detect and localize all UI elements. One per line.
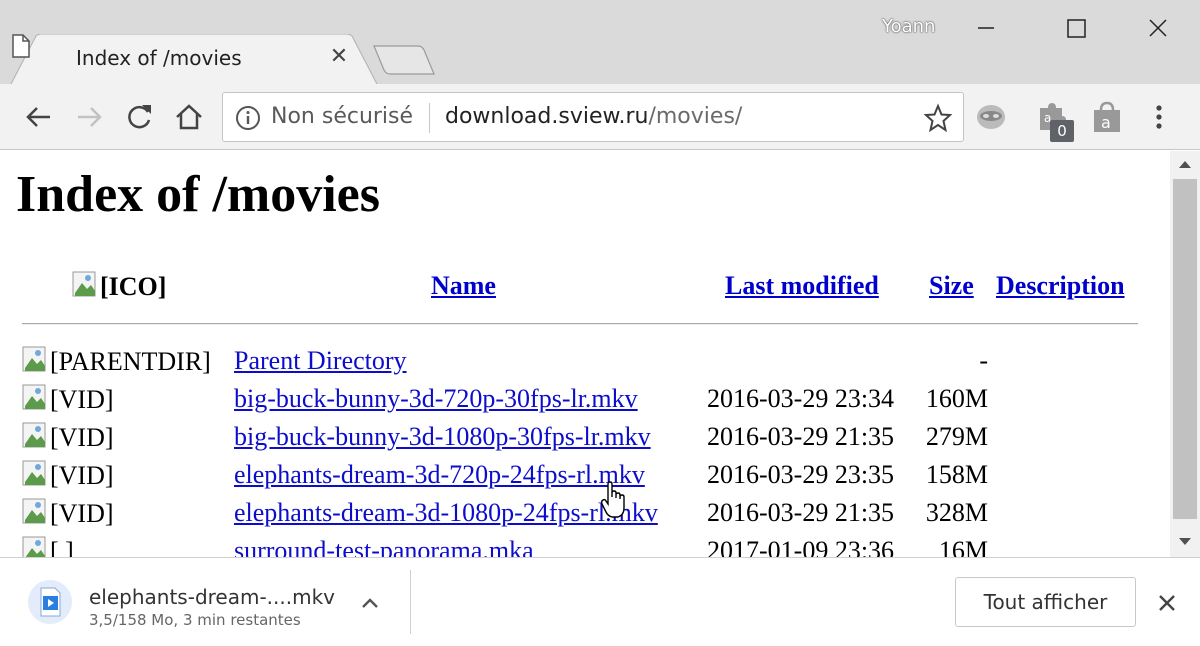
table-row: [PARENTDIR] Parent Directory -: [0, 346, 1170, 384]
svg-text:a: a: [1101, 113, 1111, 132]
url-host: download.sview.ru: [445, 104, 649, 129]
table-row: [VID] elephants-dream-3d-720p-24fps-rl.m…: [0, 460, 1170, 498]
scrollbar-thumb[interactable]: [1173, 179, 1197, 519]
table-row: [ ] surround-test-panorama.mka 2017-01-0…: [0, 536, 1170, 557]
download-shelf: elephants-dream-....mkv 3,5/158 Mo, 3 mi…: [0, 557, 1200, 646]
page-heading: Index of /movies: [16, 166, 380, 223]
profile-name[interactable]: Yoann: [882, 16, 935, 37]
page-icon: [12, 34, 30, 58]
url-text[interactable]: download.sview.ru/movies/: [445, 104, 742, 129]
omnibox-divider: [429, 103, 430, 133]
broken-image-icon: [72, 271, 100, 299]
vertical-scrollbar[interactable]: [1170, 151, 1200, 557]
file-link[interactable]: surround-test-panorama.mka: [234, 536, 534, 557]
broken-image-icon: [22, 422, 50, 450]
broken-image-icon: [22, 346, 50, 374]
file-name-cell[interactable]: big-buck-bunny-3d-720p-30fps-lr.mkv: [234, 384, 638, 414]
menu-icon[interactable]: [1146, 100, 1172, 134]
tab-close-icon[interactable]: ✕: [328, 46, 350, 68]
new-tab-button[interactable]: [372, 44, 436, 76]
file-name-cell[interactable]: Parent Directory: [234, 346, 407, 376]
shelf-divider: [410, 570, 411, 634]
chevron-up-icon[interactable]: [356, 592, 384, 616]
broken-image-icon: [22, 460, 50, 488]
file-link[interactable]: big-buck-bunny-3d-1080p-30fps-lr.mkv: [234, 422, 651, 451]
minimize-icon[interactable]: [966, 10, 1006, 46]
last-modified-cell: 2016-03-29 23:35: [707, 460, 895, 489]
reload-icon[interactable]: [122, 100, 156, 134]
last-modified-cell: 2016-03-29 23:34: [707, 384, 895, 413]
sort-by-name-link[interactable]: Name: [431, 271, 496, 300]
file-name-cell[interactable]: big-buck-bunny-3d-1080p-30fps-lr.mkv: [234, 422, 651, 452]
maximize-icon[interactable]: [1056, 10, 1096, 46]
column-header-icon: [ICO]: [72, 271, 166, 302]
back-arrow-icon[interactable]: [22, 100, 56, 134]
file-name-cell[interactable]: surround-test-panorama.mka: [234, 536, 534, 557]
file-name-cell[interactable]: elephants-dream-3d-1080p-24fps-rl.mkv: [234, 498, 658, 528]
file-type-cell: [VID]: [22, 384, 114, 415]
broken-image-icon: [22, 536, 50, 557]
close-shelf-icon[interactable]: [1154, 590, 1180, 616]
scroll-up-arrow-icon[interactable]: [1170, 151, 1200, 177]
hand-cursor-icon: [600, 481, 625, 518]
size-cell: 279M: [925, 422, 988, 451]
file-type-cell: [VID]: [22, 422, 114, 453]
file-type-cell: [ ]: [22, 536, 74, 557]
last-modified-cell: 2017-01-09 23:36: [707, 536, 895, 557]
security-label[interactable]: Non sécurisé: [271, 104, 413, 129]
column-header-last-modified[interactable]: Last modified: [725, 271, 879, 301]
column-header-size[interactable]: Size: [929, 271, 974, 301]
broken-image-icon: [22, 384, 50, 412]
size-cell: 16M: [938, 536, 988, 557]
bookmark-star-icon[interactable]: [923, 103, 953, 133]
header-divider: [22, 323, 1138, 325]
size-cell: 158M: [925, 460, 988, 489]
shopping-bag-icon[interactable]: a: [1090, 100, 1124, 134]
table-row: [VID] elephants-dream-3d-1080p-24fps-rl.…: [0, 498, 1170, 536]
broken-image-icon: [22, 498, 50, 526]
file-name-cell[interactable]: elephants-dream-3d-720p-24fps-rl.mkv: [234, 460, 645, 490]
address-bar[interactable]: Non sécurisé download.sview.ru/movies/: [222, 92, 964, 142]
tab-title: Index of /movies: [76, 46, 242, 70]
column-header-description[interactable]: Description: [996, 271, 1125, 301]
download-file-name[interactable]: elephants-dream-....mkv: [89, 585, 335, 609]
info-icon[interactable]: [235, 105, 261, 131]
sort-by-size-link[interactable]: Size: [929, 271, 974, 300]
file-type-cell: [VID]: [22, 460, 114, 491]
last-modified-cell: 2016-03-29 21:35: [707, 498, 895, 527]
size-cell: 160M: [925, 384, 988, 413]
sort-by-last-modified-link[interactable]: Last modified: [725, 271, 879, 300]
extension-badge: 0: [1050, 120, 1074, 142]
extension-mask-icon[interactable]: [974, 100, 1008, 134]
last-modified-cell: 2016-03-29 21:35: [707, 422, 895, 451]
toolbar: Non sécurisé download.sview.ru/movies/ a…: [0, 84, 1200, 150]
column-header-name[interactable]: Name: [431, 271, 496, 301]
size-cell: 328M: [925, 498, 988, 527]
close-window-icon[interactable]: [1138, 10, 1178, 46]
file-link[interactable]: big-buck-bunny-3d-720p-30fps-lr.mkv: [234, 384, 638, 413]
title-bar: Index of /movies ✕ Yoann: [0, 0, 1200, 86]
table-row: [VID] big-buck-bunny-3d-720p-30fps-lr.mk…: [0, 384, 1170, 422]
sort-by-description-link[interactable]: Description: [996, 271, 1125, 300]
file-link[interactable]: elephants-dream-3d-720p-24fps-rl.mkv: [234, 460, 645, 489]
download-status: 3,5/158 Mo, 3 min restantes: [89, 611, 301, 629]
file-type-cell: [PARENTDIR]: [22, 346, 211, 377]
page-content: Index of /movies [ICO] Name Last modifie…: [0, 151, 1170, 557]
home-icon[interactable]: [172, 100, 206, 134]
table-row: [VID] big-buck-bunny-3d-1080p-30fps-lr.m…: [0, 422, 1170, 460]
size-cell: -: [979, 346, 988, 375]
scroll-down-arrow-icon[interactable]: [1170, 529, 1200, 555]
video-file-icon[interactable]: [28, 580, 72, 624]
show-all-downloads-button[interactable]: Tout afficher: [955, 577, 1136, 627]
file-type-cell: [VID]: [22, 498, 114, 529]
forward-arrow-icon[interactable]: [72, 100, 106, 134]
file-link[interactable]: elephants-dream-3d-1080p-24fps-rl.mkv: [234, 498, 658, 527]
url-path: /movies/: [648, 104, 743, 129]
file-link[interactable]: Parent Directory: [234, 346, 407, 375]
tab-active[interactable]: Index of /movies ✕: [10, 34, 378, 86]
